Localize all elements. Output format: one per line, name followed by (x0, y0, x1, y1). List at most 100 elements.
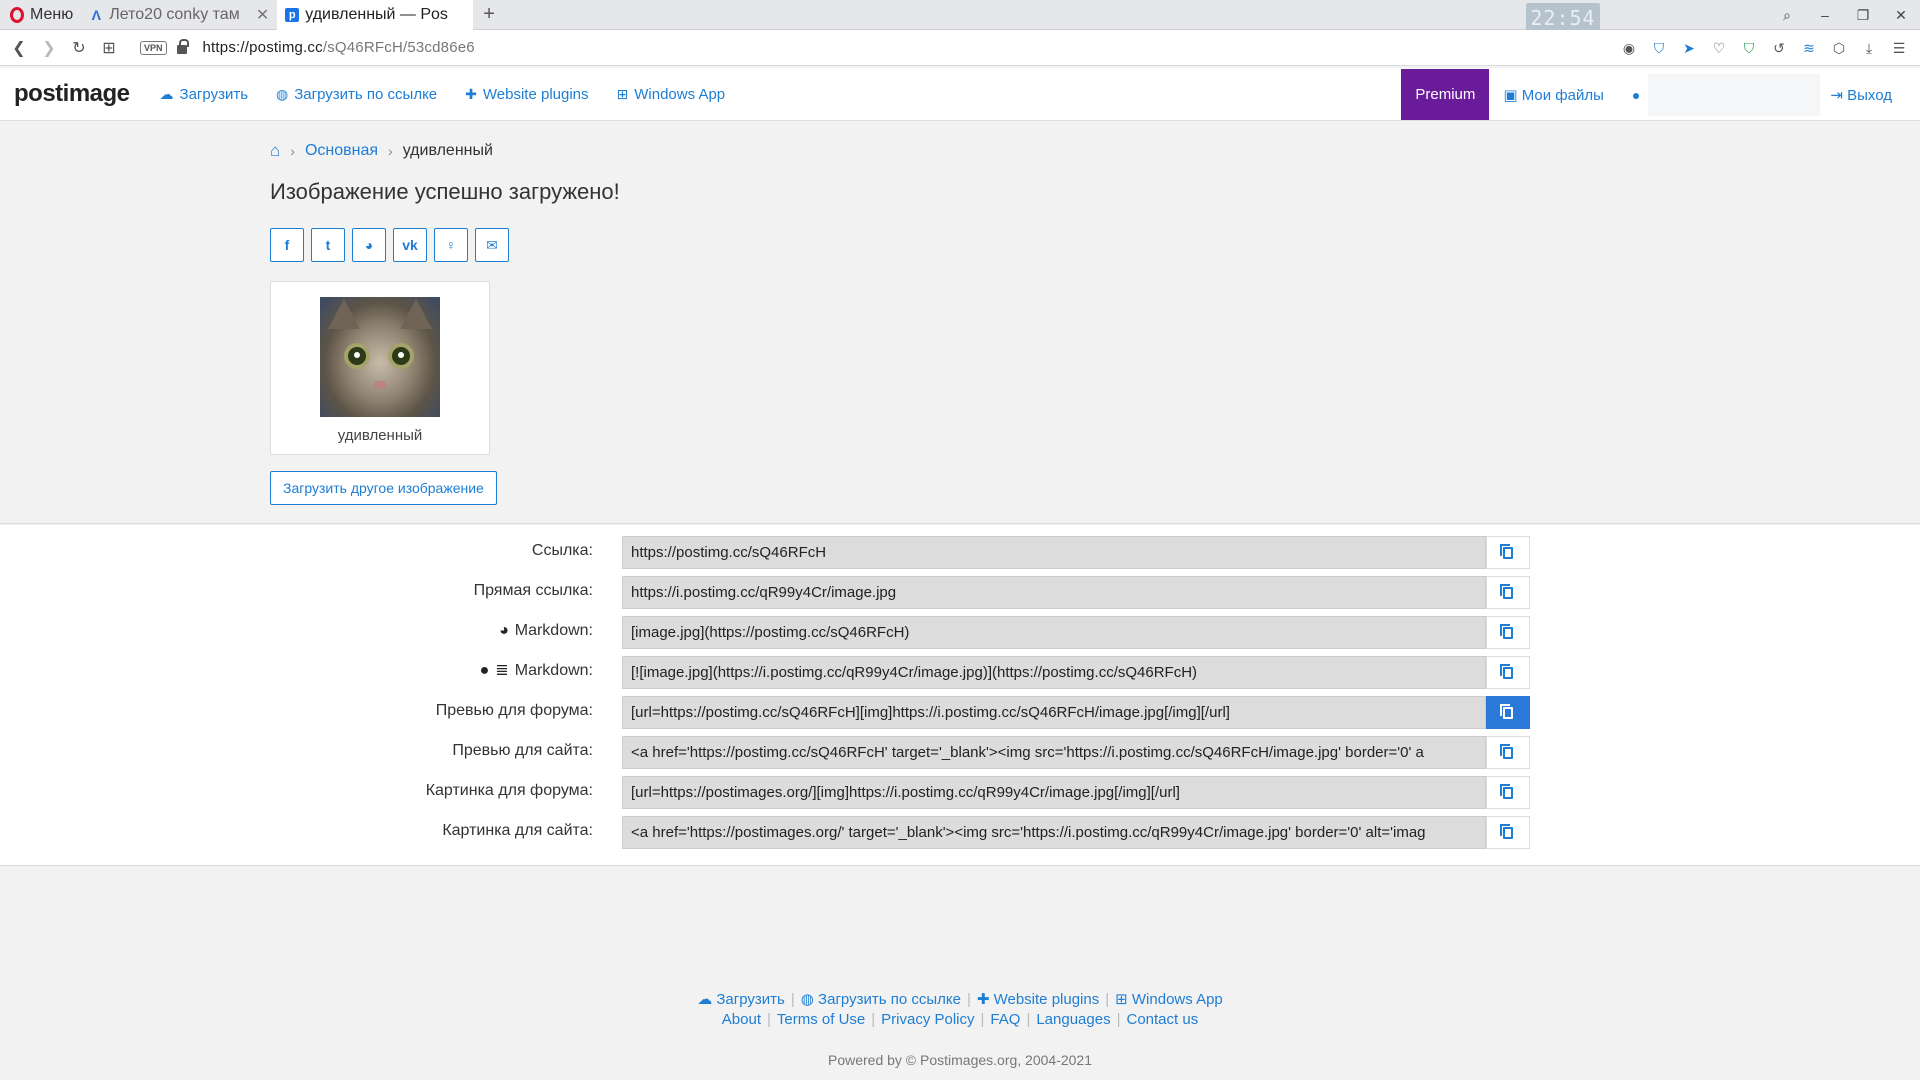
copy-button[interactable] (1486, 736, 1530, 769)
twitter-icon[interactable]: t (311, 228, 345, 262)
send-icon[interactable]: ➤ (1674, 40, 1704, 57)
markdown-field[interactable]: [image.jpg](https://postimg.cc/sQ46RFcH) (622, 616, 1486, 649)
copy-button[interactable] (1486, 776, 1530, 809)
vpn-badge[interactable]: VPN (140, 40, 167, 55)
camera-icon[interactable]: ◉ (1614, 40, 1644, 57)
reload-icon[interactable]: ↻ (64, 38, 94, 58)
markdown-field[interactable]: [![image.jpg](https://i.postimg.cc/qR99y… (622, 656, 1486, 689)
download-icon[interactable]: ⤓ (1854, 40, 1884, 57)
chevron-right-icon: › (290, 143, 295, 159)
copy-button[interactable] (1486, 616, 1530, 649)
github-icon: ● (479, 662, 490, 679)
footer-about[interactable]: About (722, 1011, 761, 1028)
link-field[interactable]: https://postimg.cc/sQ46RFcH (622, 536, 1486, 569)
copy-icon (1500, 703, 1513, 719)
tab-close-icon[interactable]: ✕ (256, 5, 269, 25)
link-label: Картинка для форума: (425, 782, 593, 799)
thumbnail-card[interactable]: удивленный (270, 281, 490, 455)
nav-upload-by-link[interactable]: ◍ Загрузить по ссылке (276, 86, 437, 103)
copy-icon (1500, 623, 1513, 639)
speed-dial-icon[interactable]: ⊞ (94, 38, 124, 58)
vk-icon[interactable]: vk (393, 228, 427, 262)
footer-website-plugins[interactable]: ✚ Website plugins (977, 991, 1099, 1008)
restore-icon[interactable]: ❐ (1844, 7, 1882, 24)
footer-info-links: About | Terms of Use | Privacy Policy | FAQ | La… (721, 1011, 1199, 1028)
footer-windows-app[interactable]: ⊞ Windows App (1115, 991, 1223, 1008)
minimize-icon[interactable]: – (1806, 7, 1844, 23)
footer-faq[interactable]: FAQ (990, 1011, 1020, 1028)
heart-icon[interactable]: ♡ (1704, 40, 1734, 57)
copy-button[interactable] (1486, 536, 1530, 569)
footer-upload[interactable]: ☁ Загрузить (697, 991, 785, 1008)
breadcrumb-current: удивленный (402, 142, 493, 159)
address-bar: ❮ ❯ ↻ ⊞ VPN https://postimg.cc/sQ46RFcH/… (0, 30, 1920, 66)
copy-button[interactable] (1486, 696, 1530, 729)
email-icon[interactable]: ✉ (475, 228, 509, 262)
odnoklassniki-icon[interactable]: ♀ (434, 228, 468, 262)
page-title: Изображение успешно загружено! (270, 179, 620, 204)
breadcrumb-parent[interactable]: Основная (305, 142, 378, 160)
direct-link-field[interactable]: https://i.postimg.cc/qR99y4Cr/image.jpg (622, 576, 1486, 609)
shield-icon[interactable]: ⛉ (1644, 40, 1674, 57)
nav-windows-app[interactable]: ⊞ Windows App (617, 86, 726, 103)
upload-another-button[interactable]: Загрузить другое изображение (270, 471, 497, 505)
logout-link[interactable]: ⇥ Выход (1830, 86, 1892, 104)
forum-preview-row: Превью для форума: [url=https://postimg.… (0, 694, 1920, 729)
close-window-icon[interactable]: ✕ (1882, 7, 1920, 24)
tab-title: удивленный — Pos (305, 5, 448, 23)
arch-favicon-icon: Λ (91, 6, 101, 23)
username-field[interactable] (1648, 73, 1821, 116)
copy-button[interactable] (1486, 816, 1530, 849)
postimage-logo[interactable]: postimage (14, 80, 130, 108)
nav-upload[interactable]: ☁ Загрузить (160, 86, 249, 103)
forum-image-field[interactable]: [url=https://postimages.org/][img]https:… (622, 776, 1486, 809)
footer-contact[interactable]: Contact us (1127, 1011, 1199, 1028)
adblock-icon[interactable]: ⛉ (1734, 40, 1764, 57)
url-field[interactable]: https://postimg.cc/sQ46RFcH/53cd86e6 (203, 39, 475, 56)
home-icon[interactable]: ⌂ (270, 141, 280, 161)
tab-postimage[interactable]: p удивленный — Pos (277, 0, 474, 30)
reddit-icon[interactable]: ◕ (352, 228, 386, 262)
new-tab-button[interactable]: + (473, 3, 505, 26)
browser-search-icon[interactable]: ⌕ (1768, 7, 1806, 24)
link-label: ● ≣ Markdown: (480, 654, 593, 688)
refresh-extension-icon[interactable]: ↺ (1764, 40, 1794, 57)
copy-icon (1500, 663, 1513, 679)
browser-menu-button[interactable]: Меню (0, 0, 81, 30)
forum-image-row: Картинка для форума: [url=https://postim… (0, 774, 1920, 809)
breadcrumb: ⌂ › Основная › удивленный (270, 141, 493, 161)
link-label: Ссылка: (531, 542, 593, 559)
link-label: Картинка для сайта: (442, 822, 593, 839)
back-icon[interactable]: ❮ (4, 38, 34, 58)
copy-icon (1500, 543, 1513, 559)
postimage-favicon-icon: p (285, 7, 300, 22)
nav-website-plugins[interactable]: ✚ Website plugins (465, 86, 588, 103)
easy-setup-icon[interactable]: ☰ (1884, 40, 1914, 57)
footer-terms[interactable]: Terms of Use (777, 1011, 865, 1028)
forward-icon[interactable]: ❯ (34, 38, 64, 58)
stack-overflow-icon: ≣ (495, 662, 509, 679)
sign-out-icon: ⇥ (1830, 86, 1848, 104)
site-image-field[interactable]: <a href='https://postimages.org/' target… (622, 816, 1486, 849)
tab-title: Лето20 conky там (109, 5, 240, 23)
window-controls: ⌕ – ❐ ✕ (1768, 0, 1920, 30)
extension-toolbar: ◉ ⛉ ➤ ♡ ⛉ ↺ ≋ ⬡ ⤓ ☰ (1614, 30, 1914, 66)
user-icon: ● (1631, 86, 1641, 103)
cube-icon[interactable]: ⬡ (1824, 40, 1854, 57)
lock-icon[interactable] (176, 39, 189, 54)
cloud-upload-icon: ☁ (697, 991, 717, 1008)
tab-leto20[interactable]: Λ Лето20 conky там ✕ (81, 0, 277, 30)
footer-upload-by-link[interactable]: ◍ Загрузить по ссылке (801, 991, 961, 1008)
facebook-icon[interactable]: f (270, 228, 304, 262)
premium-button[interactable]: Premium (1401, 69, 1490, 120)
cloud-upload-icon: ☁ (159, 85, 174, 102)
site-preview-field[interactable]: <a href='https://postimg.cc/sQ46RFcH' ta… (622, 736, 1486, 769)
copy-button[interactable] (1486, 576, 1530, 609)
thumbnail-image[interactable] (320, 297, 440, 417)
footer-privacy[interactable]: Privacy Policy (881, 1011, 974, 1028)
copy-button[interactable] (1486, 656, 1530, 689)
forum-preview-field[interactable]: [url=https://postimg.cc/sQ46RFcH][img]ht… (622, 696, 1486, 729)
footer-languages[interactable]: Languages (1036, 1011, 1110, 1028)
my-files-link[interactable]: ▣ Мои файлы (1503, 86, 1604, 104)
wifi-icon[interactable]: ≋ (1794, 40, 1824, 57)
